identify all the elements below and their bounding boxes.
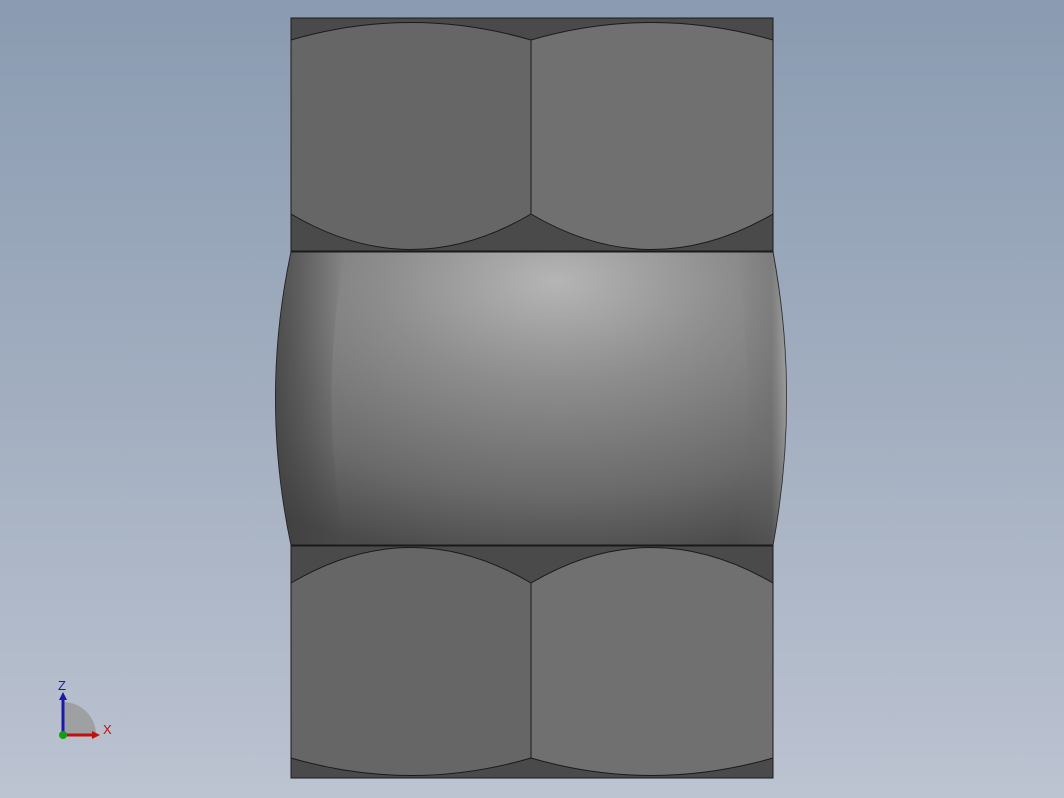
x-axis-label: X [103,722,112,737]
bottom-hex-nut[interactable] [290,545,774,779]
triad-plane-indicator [63,702,96,735]
x-axis-arrow-icon [92,731,100,739]
top-nut-face-right [531,22,773,250]
model-view[interactable] [0,0,1064,798]
bottom-nut-face-left [291,547,531,776]
center-barrel[interactable] [275,251,787,546]
coordinate-triad[interactable]: Z X [50,676,120,746]
graphics-viewport[interactable]: Z X [0,0,1064,798]
top-hex-nut[interactable] [290,17,774,252]
z-axis-arrow-icon [59,692,67,700]
z-axis-label: Z [58,678,66,693]
top-nut-face-left [291,22,531,250]
barrel-surface [275,251,787,546]
bottom-nut-face-right [531,547,773,776]
y-axis-icon [59,731,67,739]
